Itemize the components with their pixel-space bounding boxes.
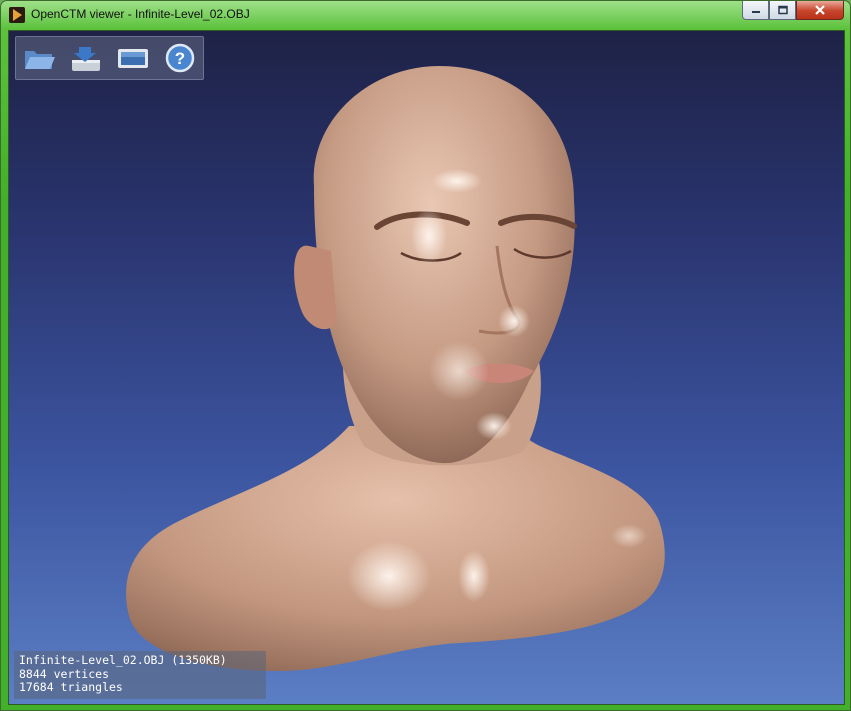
- help-button[interactable]: ?: [163, 42, 197, 74]
- maximize-icon: [777, 5, 788, 15]
- toolbar: ?: [15, 36, 204, 80]
- triangles-count: 17684 triangles: [19, 680, 123, 694]
- maximize-button[interactable]: [769, 1, 796, 20]
- caption-buttons: [742, 1, 844, 21]
- minimize-button[interactable]: [742, 1, 769, 20]
- question-icon: ?: [165, 43, 195, 73]
- screenshot-button[interactable]: [116, 42, 150, 74]
- file-info: Infinite-Level_02.OBJ (1350KB): [19, 653, 227, 667]
- svg-text:?: ?: [175, 49, 185, 68]
- close-icon: [815, 5, 825, 15]
- close-button[interactable]: [796, 1, 844, 20]
- vertices-count: 8844 vertices: [19, 666, 110, 681]
- 3d-viewport[interactable]: ? Infinite-Level_02.OBJ (1350KB) 8844 ve…: [8, 30, 845, 705]
- screen-icon: [118, 49, 148, 68]
- save-download-icon: [72, 47, 100, 71]
- save-file-button[interactable]: [69, 42, 103, 74]
- head-model: [126, 66, 665, 671]
- window-title: OpenCTM viewer - Infinite-Level_02.OBJ: [31, 7, 250, 21]
- folder-open-icon: [25, 51, 55, 69]
- play-triangle-icon[interactable]: [9, 7, 25, 23]
- app-window: OpenCTM viewer - Infinite-Level_02.OBJ ?…: [0, 0, 851, 711]
- open-file-button[interactable]: [22, 42, 56, 74]
- minimize-icon: [751, 11, 760, 13]
- title-bar[interactable]: OpenCTM viewer - Infinite-Level_02.OBJ: [1, 1, 850, 29]
- model-info-panel: Infinite-Level_02.OBJ (1350KB) 8844 vert…: [14, 651, 266, 699]
